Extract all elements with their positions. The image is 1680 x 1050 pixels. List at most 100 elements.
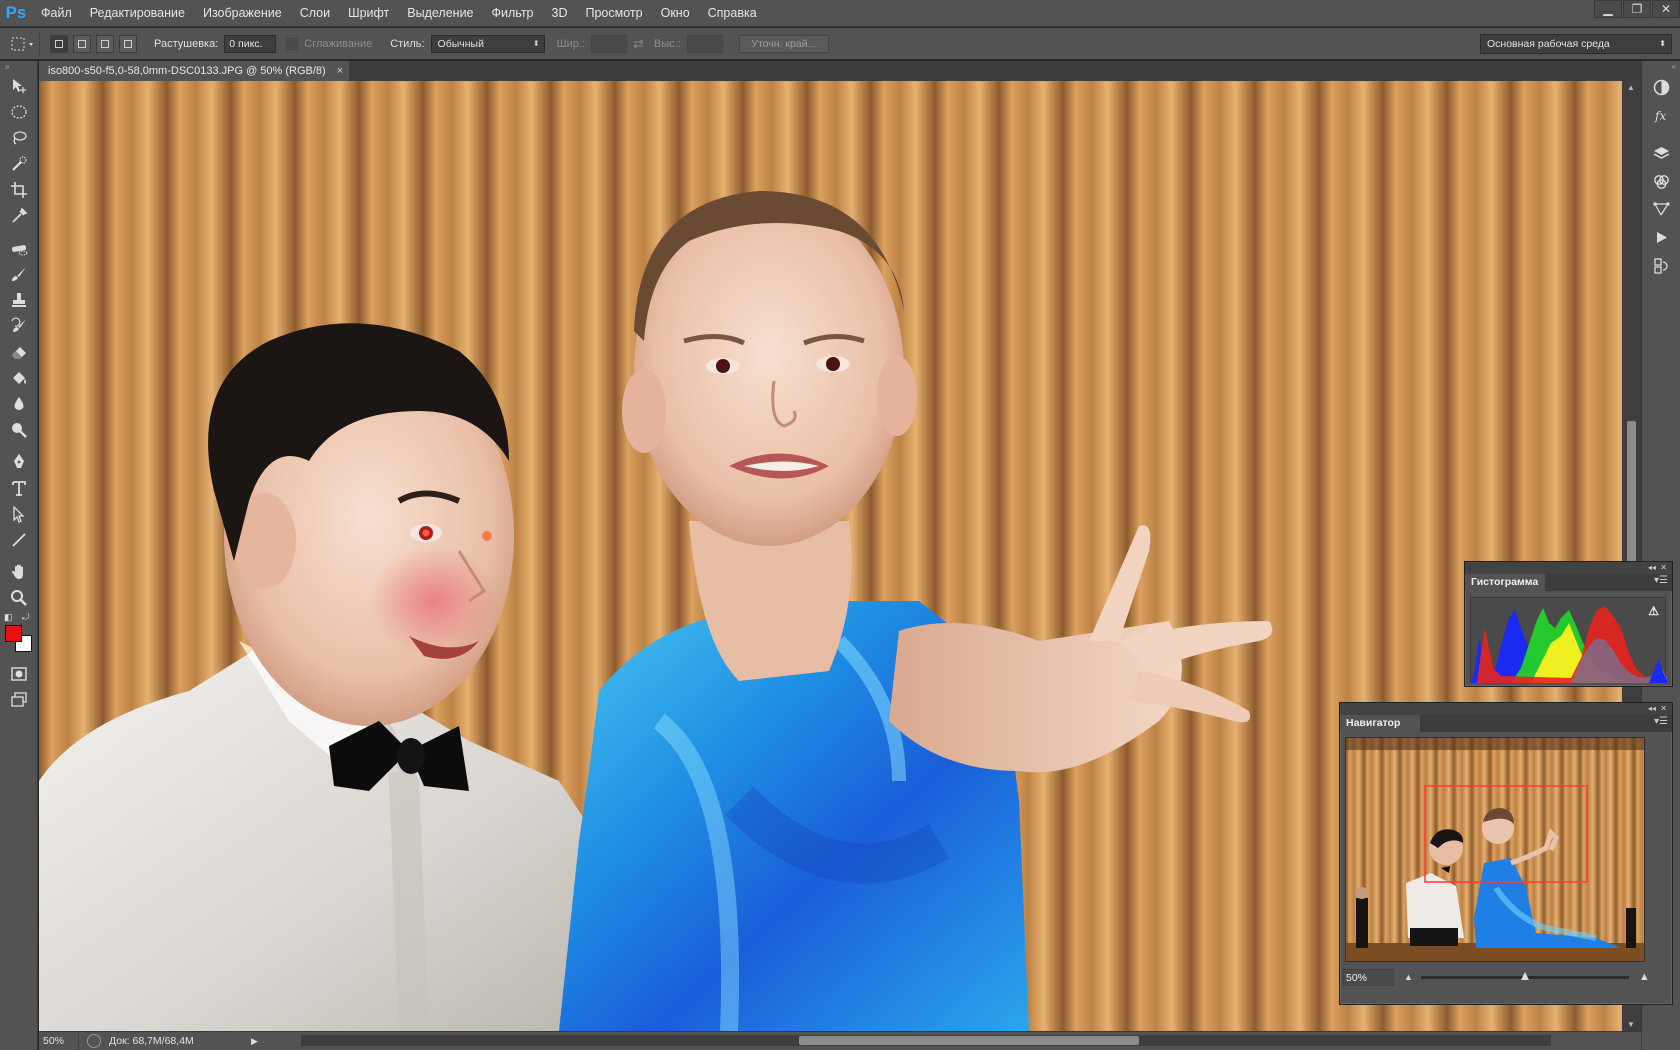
navigator-thumbnail[interactable]: [1345, 737, 1645, 962]
line-tool[interactable]: [0, 527, 38, 553]
swap-colors-icon[interactable]: ⤾: [22, 612, 30, 623]
foreground-color-swatch[interactable]: [5, 625, 22, 642]
menu-edit[interactable]: Редактирование: [81, 0, 194, 27]
doc-info: Док: 68,7M/68,4M: [109, 1035, 194, 1047]
actions-button[interactable]: [1642, 223, 1680, 251]
tool-preset-picker[interactable]: [6, 32, 40, 55]
navigator-zoom-field[interactable]: 50%: [1342, 968, 1394, 986]
collapse-icon[interactable]: ◂◂: [1648, 563, 1656, 572]
feather-input[interactable]: 0 пикс.: [224, 34, 277, 53]
spot-healing-tool[interactable]: [0, 235, 38, 261]
move-tool[interactable]: [0, 73, 38, 99]
refine-edge-button[interactable]: Уточн. край...: [738, 34, 829, 53]
intersect-selection-button[interactable]: [119, 34, 137, 53]
menu-3d[interactable]: 3D: [543, 0, 577, 27]
subtract-selection-button[interactable]: [96, 34, 114, 53]
lasso-tool[interactable]: [0, 125, 38, 151]
pen-tool[interactable]: [0, 449, 38, 475]
screen-mode-button[interactable]: [0, 687, 38, 713]
workspace-select-value: Основная рабочая среда: [1487, 38, 1610, 50]
navigator-zoom-slider[interactable]: [1420, 971, 1629, 980]
history-brush-icon: [11, 317, 26, 332]
histogram-chart: [1471, 606, 1667, 683]
menu-select[interactable]: Выделение: [398, 0, 482, 27]
adjustments-button[interactable]: [1642, 73, 1680, 101]
document-tab-bar: iso800-s50-f5,0-58,0mm-DSC0133.JPG @ 50%…: [39, 61, 1641, 81]
scroll-down-icon[interactable]: ▼: [1627, 1020, 1635, 1029]
menu-file[interactable]: Файл: [32, 0, 81, 27]
paint-bucket-tool[interactable]: [0, 365, 38, 391]
menu-image[interactable]: Изображение: [194, 0, 291, 27]
status-menu-icon[interactable]: ▶: [251, 1036, 258, 1047]
quick-mask-button[interactable]: [0, 661, 38, 687]
eyedropper-tool[interactable]: [0, 203, 38, 229]
hand-icon: [12, 564, 23, 579]
zoom-out-icon[interactable]: ▲: [1404, 972, 1413, 982]
new-selection-icon: [55, 39, 63, 48]
menu-type[interactable]: Шрифт: [339, 0, 398, 27]
horizontal-scroll-thumb[interactable]: [799, 1036, 1139, 1045]
add-selection-button[interactable]: [73, 34, 91, 53]
blur-tool[interactable]: [0, 391, 38, 417]
collapse-icon[interactable]: ◂◂: [1648, 704, 1656, 713]
spot-healing-icon: [12, 245, 28, 256]
panel-menu-icon[interactable]: ▾☰: [1654, 716, 1668, 727]
dodge-tool[interactable]: [0, 417, 38, 443]
panel-close-icon[interactable]: ✕: [1660, 563, 1667, 572]
navigator-tab[interactable]: Навигатор: [1340, 715, 1420, 732]
restore-button[interactable]: ❐: [1623, 0, 1651, 18]
eraser-tool[interactable]: [0, 339, 38, 365]
navigator-zoom-controls: 50% ▲ ▲: [1340, 967, 1672, 987]
quick-selection-tool[interactable]: [0, 151, 38, 177]
horizontal-scrollbar[interactable]: [301, 1035, 1551, 1046]
menu-layers[interactable]: Слои: [291, 0, 339, 27]
menu-window[interactable]: Окно: [652, 0, 699, 27]
antialias-checkbox[interactable]: [286, 37, 299, 50]
histogram-tab[interactable]: Гистограмма: [1465, 574, 1545, 591]
scroll-up-icon[interactable]: ▲: [1627, 83, 1635, 92]
panel-close-icon[interactable]: ✕: [1660, 704, 1667, 713]
paths-button[interactable]: [1642, 195, 1680, 223]
panel-menu-icon[interactable]: ▾☰: [1654, 575, 1668, 586]
clone-stamp-tool[interactable]: [0, 287, 38, 313]
close-tab-icon[interactable]: ×: [337, 61, 343, 81]
ellipse-marquee-tool[interactable]: [0, 99, 38, 125]
navigator-panel: ◂◂ ✕ Навигатор ▾☰ 50% ▲ ▲: [1339, 702, 1673, 1005]
zoom-in-icon[interactable]: ▲: [1639, 971, 1650, 983]
history-brush-tool[interactable]: [0, 313, 38, 339]
vertical-scroll-thumb[interactable]: [1627, 421, 1636, 563]
panel-collapse-icon[interactable]: «: [1642, 61, 1680, 73]
intersect-selection-icon: [124, 39, 132, 48]
styles-button[interactable]: fx: [1642, 101, 1680, 129]
swap-icon[interactable]: ⇄: [633, 36, 644, 52]
proof-icon[interactable]: [87, 1034, 101, 1048]
navigator-zoom-knob[interactable]: [1520, 971, 1529, 980]
menu-help[interactable]: Справка: [699, 0, 766, 27]
layers-button[interactable]: [1642, 139, 1680, 167]
zoom-field[interactable]: 50%: [39, 1032, 79, 1050]
menu-filter[interactable]: Фильтр: [483, 0, 543, 27]
adjustments-icon: [1653, 79, 1670, 95]
document-tab[interactable]: iso800-s50-f5,0-58,0mm-DSC0133.JPG @ 50%…: [39, 61, 349, 81]
close-button[interactable]: ✕: [1652, 0, 1680, 18]
hand-tool[interactable]: [0, 559, 38, 585]
menu-view[interactable]: Просмотр: [577, 0, 652, 27]
style-select[interactable]: Обычный ⬍: [430, 34, 545, 53]
channels-button[interactable]: [1642, 167, 1680, 195]
default-colors-icon[interactable]: ◧: [4, 612, 13, 623]
width-input[interactable]: [591, 34, 628, 53]
new-selection-button[interactable]: [50, 34, 68, 53]
height-input[interactable]: [686, 34, 723, 53]
type-tool[interactable]: [0, 475, 38, 501]
style-label: Стиль:: [390, 37, 425, 50]
path-selection-tool[interactable]: [0, 501, 38, 527]
channels-icon: [1654, 174, 1669, 189]
history-button[interactable]: [1642, 251, 1680, 279]
workspace-select[interactable]: Основная рабочая среда ⬍: [1480, 34, 1672, 54]
cache-warning-icon[interactable]: ⚠: [1648, 604, 1659, 618]
zoom-tool[interactable]: [0, 585, 38, 611]
crop-tool[interactable]: [0, 177, 38, 203]
panel-collapse-icon[interactable]: »: [0, 61, 37, 73]
brush-tool[interactable]: [0, 261, 38, 287]
minimize-button[interactable]: ▁: [1594, 0, 1622, 18]
